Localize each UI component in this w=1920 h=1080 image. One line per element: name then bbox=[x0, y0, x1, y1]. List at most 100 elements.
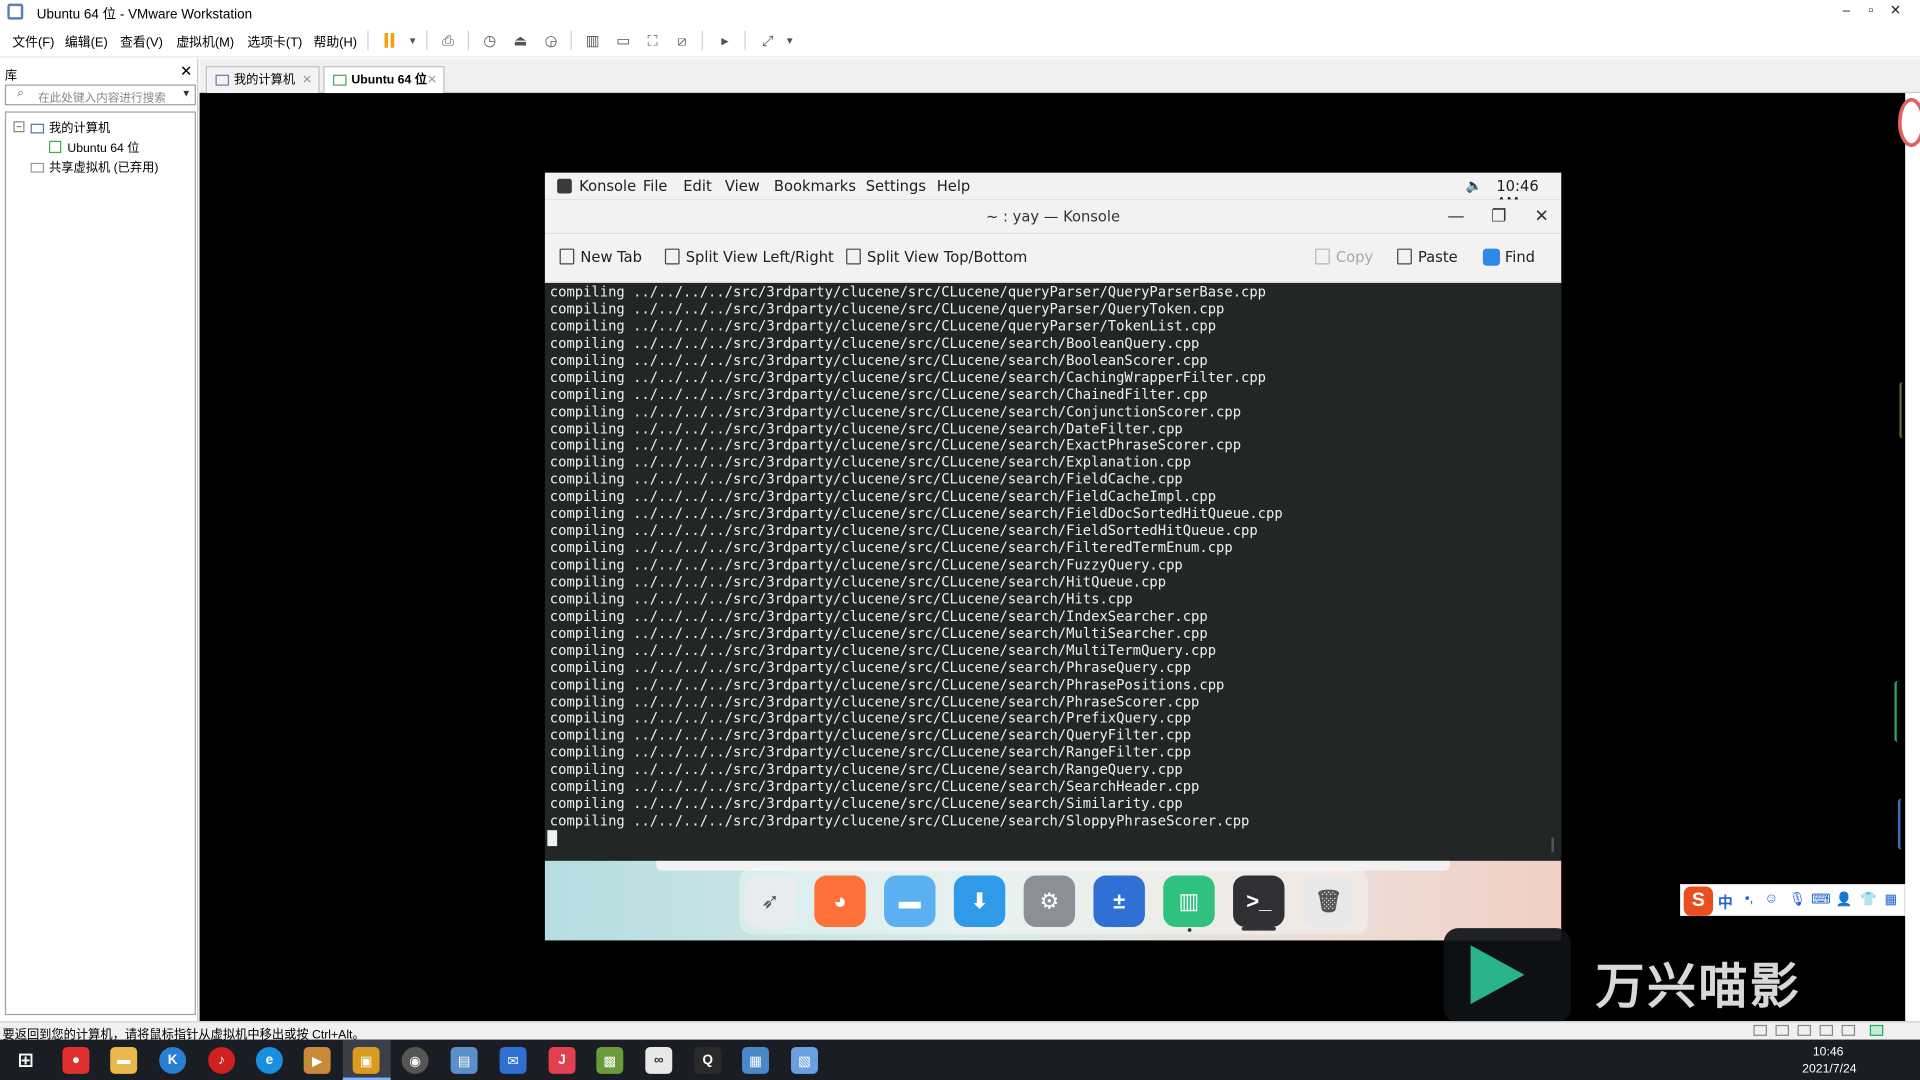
sound-status-icon[interactable] bbox=[1841, 1024, 1856, 1036]
vmware-taskbar-icon[interactable]: ▣ bbox=[352, 1046, 380, 1074]
menu-file[interactable]: 文件(F) bbox=[12, 33, 54, 51]
notes-app-icon[interactable]: ▦ bbox=[742, 1046, 769, 1074]
qq-app-icon[interactable]: Q bbox=[694, 1046, 722, 1074]
menu-view[interactable]: View bbox=[725, 178, 760, 195]
menu-help[interactable]: 帮助(H) bbox=[313, 33, 357, 51]
edge-browser-icon[interactable]: e bbox=[255, 1046, 283, 1074]
windows-start-icon[interactable]: ⊞ bbox=[12, 1047, 39, 1074]
find-button[interactable]: Find bbox=[1482, 248, 1535, 266]
obs-app-icon[interactable]: ◉ bbox=[401, 1046, 429, 1074]
thumbnail-view-icon[interactable]: ▭ bbox=[612, 29, 634, 51]
unity-icon[interactable]: ⧄ bbox=[671, 29, 693, 51]
menu-file[interactable]: File bbox=[643, 178, 668, 195]
menu-view[interactable]: 查看(V) bbox=[120, 33, 163, 51]
taskbar-date[interactable]: 2021/7/24 bbox=[1795, 1063, 1864, 1076]
tree-item-shared-vms[interactable]: 共享虚拟机 (已弃用) bbox=[30, 157, 159, 175]
pause-dropdown-icon[interactable]: ▼ bbox=[402, 29, 424, 51]
printer-status-icon[interactable] bbox=[1819, 1024, 1834, 1036]
copy-button[interactable]: Copy bbox=[1315, 248, 1374, 266]
snapshot-icon[interactable]: ◷ bbox=[479, 29, 501, 51]
paste-button[interactable]: Paste bbox=[1397, 248, 1458, 266]
menu-edit[interactable]: 编辑(E) bbox=[65, 33, 108, 51]
hdd-status-icon[interactable] bbox=[1753, 1024, 1767, 1036]
edge-slider-icon[interactable] bbox=[1897, 798, 1905, 850]
microphone-icon[interactable]: 🎙 bbox=[1789, 891, 1806, 908]
tab-close-icon[interactable]: ✕ bbox=[302, 67, 312, 94]
ime-mode-label[interactable]: 中 bbox=[1718, 891, 1733, 912]
library-search-input[interactable]: ⌕ 在此处键入内容进行搜索 ▼ bbox=[4, 84, 196, 106]
keyboard-icon[interactable]: ⌨ bbox=[1811, 891, 1830, 908]
recorder-app-icon[interactable]: ● bbox=[62, 1046, 90, 1074]
edge-slider-icon[interactable] bbox=[1899, 382, 1906, 439]
close-icon[interactable]: ✕ bbox=[1529, 204, 1553, 228]
console-view-icon[interactable]: ▸ bbox=[714, 29, 736, 51]
volume-icon[interactable]: 🔈 bbox=[1466, 178, 1483, 194]
terminal-view[interactable]: compiling ../../../../src/3rdparty/cluce… bbox=[544, 284, 1562, 861]
menu-bookmarks[interactable]: Bookmarks bbox=[774, 178, 856, 195]
pause-icon[interactable] bbox=[378, 29, 400, 51]
network-status-icon[interactable] bbox=[1797, 1024, 1812, 1036]
library-close-icon[interactable]: ✕ bbox=[180, 62, 192, 79]
new-tab-button[interactable]: New Tab bbox=[559, 248, 642, 266]
skin-icon[interactable]: 👕 bbox=[1860, 891, 1877, 908]
firefox-icon[interactable]: ◕ bbox=[814, 875, 866, 927]
kugou-app-icon[interactable]: K bbox=[159, 1046, 187, 1074]
system-monitor-icon[interactable]: ▥ bbox=[1163, 875, 1215, 927]
cd-status-icon[interactable] bbox=[1775, 1024, 1789, 1036]
mail-app-icon[interactable]: ✉ bbox=[499, 1046, 527, 1074]
tree-collapse-icon[interactable]: − bbox=[13, 121, 25, 133]
message-status-icon[interactable] bbox=[1869, 1024, 1884, 1036]
stretch-dropdown-icon[interactable]: ▼ bbox=[779, 29, 801, 51]
fullscreen-icon[interactable]: ⛶ bbox=[642, 29, 664, 51]
menu-help[interactable]: Help bbox=[937, 178, 971, 195]
menu-vm[interactable]: 虚拟机(M) bbox=[176, 33, 234, 51]
edge-avatar-icon[interactable] bbox=[1897, 97, 1920, 147]
terminal-icon[interactable]: >_ bbox=[1233, 875, 1285, 927]
user-icon[interactable]: 👤 bbox=[1836, 891, 1853, 908]
terminal-scrollbar[interactable] bbox=[1551, 837, 1554, 853]
menu-edit[interactable]: Edit bbox=[683, 178, 711, 195]
files-folder-icon[interactable]: ▬ bbox=[884, 875, 936, 927]
library-view-icon[interactable]: ▥ bbox=[582, 29, 604, 51]
ide-app-icon[interactable]: J bbox=[548, 1046, 576, 1074]
tab-my-computer[interactable]: 我的计算机 ✕ bbox=[205, 66, 320, 94]
netease-music-icon[interactable]: ♪ bbox=[208, 1046, 236, 1074]
app-menu-konsole[interactable]: Konsole bbox=[579, 178, 636, 195]
tree-item-ubuntu[interactable]: Ubuntu 64 位 bbox=[48, 137, 140, 156]
toolbox-icon[interactable]: ▦ bbox=[1884, 891, 1897, 908]
baidu-netdisk-icon[interactable]: ∞ bbox=[645, 1046, 673, 1074]
minimize-button[interactable]: – bbox=[1834, 1, 1858, 21]
emoji-icon[interactable]: ☺ bbox=[1764, 891, 1778, 906]
system-settings-icon[interactable]: ⚙ bbox=[1023, 875, 1076, 927]
revert-snapshot-icon[interactable]: ⏏ bbox=[509, 29, 531, 51]
restore-icon[interactable]: ❐ bbox=[1487, 204, 1511, 228]
stretch-icon[interactable]: ⤢ bbox=[757, 29, 779, 51]
minecraft-app-icon[interactable]: ▩ bbox=[596, 1046, 624, 1074]
virtualbox-app-icon[interactable]: ▧ bbox=[791, 1046, 818, 1074]
file-explorer-icon[interactable]: ▬ bbox=[110, 1046, 138, 1074]
maximize-button[interactable]: ▫ bbox=[1859, 1, 1883, 21]
edge-slider-icon[interactable] bbox=[1894, 680, 1901, 743]
trash-icon[interactable]: 🗑 bbox=[1302, 875, 1355, 927]
launcher-rocket-icon[interactable]: ➶ bbox=[744, 875, 796, 927]
tab-ubuntu[interactable]: Ubuntu 64 位 ✕ bbox=[323, 66, 445, 94]
tree-item-my-computer[interactable]: 我的计算机 bbox=[30, 118, 111, 136]
software-store-icon[interactable]: ⬇ bbox=[953, 875, 1006, 927]
media-player-icon[interactable]: ▶ bbox=[303, 1046, 331, 1074]
copy-label: Copy bbox=[1335, 248, 1374, 266]
send-keys-icon[interactable]: ⎙ bbox=[437, 29, 459, 51]
screenshot-app-icon[interactable]: ▤ bbox=[450, 1046, 478, 1074]
calculator-icon[interactable]: ± bbox=[1093, 875, 1145, 927]
punctuation-icon[interactable]: •, bbox=[1745, 891, 1753, 906]
minimize-icon[interactable]: — bbox=[1444, 204, 1468, 228]
menu-settings[interactable]: Settings bbox=[866, 178, 926, 195]
taskbar-time[interactable]: 10:46 bbox=[1810, 1046, 1847, 1059]
search-dropdown-icon[interactable]: ▼ bbox=[181, 88, 191, 99]
tab-close-icon[interactable]: ✕ bbox=[427, 67, 437, 94]
close-button[interactable]: ✕ bbox=[1883, 1, 1907, 21]
sogou-ime-icon[interactable]: S bbox=[1683, 886, 1714, 916]
split-top-bottom-button[interactable]: Split View Top/Bottom bbox=[846, 248, 1027, 266]
snapshot-manager-icon[interactable]: ◶ bbox=[540, 29, 562, 51]
split-left-right-button[interactable]: Split View Left/Right bbox=[664, 248, 834, 266]
menu-tabs[interactable]: 选项卡(T) bbox=[247, 33, 302, 51]
